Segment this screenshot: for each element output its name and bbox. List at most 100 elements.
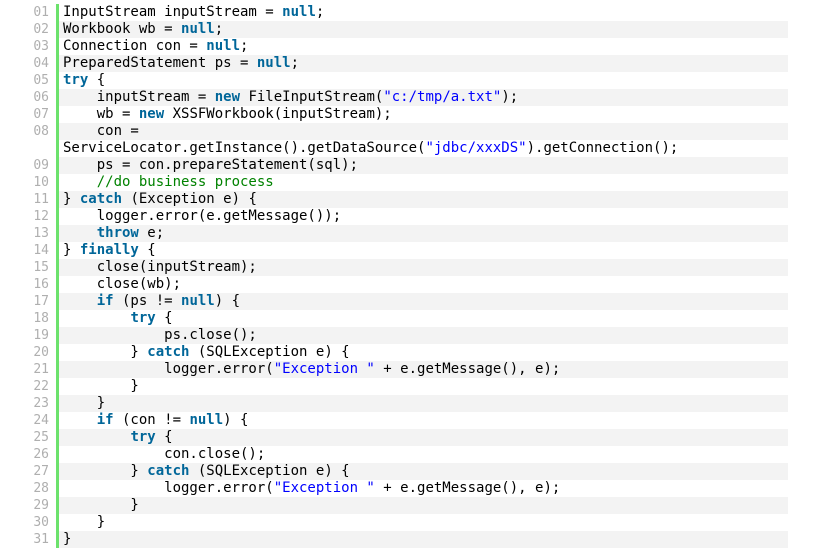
code-text: ps.close(); [63,327,257,343]
code-line: 11} catch (Exception e) { [16,191,788,208]
line-number: 10 [33,175,49,190]
code-text: logger.error(e.getMessage()); [63,208,342,224]
code-text: ) { [223,412,249,428]
code-line: ServiceLocator.getInstance().getDataSour… [16,140,788,157]
code-line: 17 if (ps != null) { [16,293,788,310]
code-text: InputStream inputStream = [63,4,283,20]
line-number: 13 [33,226,49,241]
line-number: 23 [33,396,49,411]
code-content: if (ps != null) { [59,293,788,310]
code-text: ).getConnection(); [526,140,679,156]
code-content: } catch (SQLException e) { [59,463,788,480]
code-content: //do business process [59,174,788,191]
code-content: } [59,514,788,531]
code-line: 21 logger.error("Exception " + e.getMess… [16,361,788,378]
code-text: (con != [113,412,190,428]
code-line: 23 } [16,395,788,412]
code-line: 18 try { [16,310,788,327]
code-line: 22 } [16,378,788,395]
code-keyword: catch [79,191,123,207]
code-keyword: new [214,89,241,105]
code-string: "Exception " [273,480,375,496]
code-keyword: if [96,293,114,309]
code-content: ServiceLocator.getInstance().getDataSour… [59,140,788,157]
code-line: 08 con = [16,123,788,140]
code-text: } [63,242,80,258]
line-number: 02 [33,22,49,37]
code-text: } [63,497,139,513]
line-number: 27 [33,464,49,479]
code-text: logger.error( [63,480,274,496]
code-content: logger.error("Exception " + e.getMessage… [59,361,788,378]
code-text: (SQLException e) { [189,344,350,360]
code-text: } [63,378,139,394]
code-line: 09 ps = con.prepareStatement(sql); [16,157,788,174]
code-text: Connection con = [63,38,207,54]
line-number: 20 [33,345,49,360]
code-text: ; [290,55,300,71]
code-content: } [59,378,788,395]
code-text: ); [501,89,519,105]
code-text: e; [138,225,165,241]
line-number: 29 [33,498,49,513]
code-content: InputStream inputStream = null; [59,4,788,21]
line-number: 05 [33,73,49,88]
code-content: logger.error("Exception " + e.getMessage… [59,480,788,497]
code-content: try { [59,429,788,446]
code-line: 30 } [16,514,788,531]
code-content: } [59,531,788,548]
code-keyword: null [256,55,291,71]
code-text: (ps != [113,293,182,309]
code-text: close(inputStream); [63,259,257,275]
code-text: } [63,395,106,411]
code-content: } finally { [59,242,788,259]
code-content: con = [59,123,788,140]
code-text: } [63,463,148,479]
code-content: } catch (SQLException e) { [59,344,788,361]
code-text: ps = con.prepareStatement(sql); [63,157,359,173]
code-text: } [63,191,80,207]
line-number: 19 [33,328,49,343]
code-line: 12 logger.error(e.getMessage()); [16,208,788,225]
code-line: 03 Connection con = null; [16,38,788,55]
line-number: 06 [33,90,49,105]
code-viewer: 01 InputStream inputStream = null; 02 Workb… [16,4,788,548]
code-content: try { [59,72,788,89]
code-line: 24 if (con != null) { [16,412,788,429]
code-comment: //do business process [63,174,274,190]
code-line: 14} finally { [16,242,788,259]
line-number: 04 [33,56,49,71]
code-text: { [155,310,173,326]
code-string: "Exception " [273,361,375,377]
line-number [16,140,56,157]
code-line: 27 } catch (SQLException e) { [16,463,788,480]
line-number: 12 [33,209,49,224]
code-text: inputStream = [63,89,215,105]
code-keyword: finally [79,242,139,258]
code-line: 07 wb = new XSSFWorkbook(inputStream); [16,106,788,123]
code-line: 10 //do business process [16,174,788,191]
line-number: 09 [33,158,49,173]
code-text: Workbook wb = [63,21,182,37]
code-text: { [88,72,106,88]
line-number: 31 [33,532,49,547]
code-keyword: try [130,429,156,445]
code-line: 26 con.close(); [16,446,788,463]
line-number: 08 [33,124,49,139]
code-keyword: null [181,21,215,37]
code-keyword: null [189,412,224,428]
line-number: 07 [33,107,49,122]
line-number: 28 [33,481,49,496]
code-text: + e.getMessage(), e); [374,361,561,377]
code-text: { [138,242,156,258]
line-number: 11 [33,192,49,207]
code-keyword: new [138,106,165,122]
code-line: 16 close(wb); [16,276,788,293]
code-keyword: null [206,38,241,54]
code-text: } [63,344,148,360]
line-number: 14 [33,243,49,258]
code-text: (Exception e) { [122,191,257,207]
code-keyword: if [96,412,114,428]
